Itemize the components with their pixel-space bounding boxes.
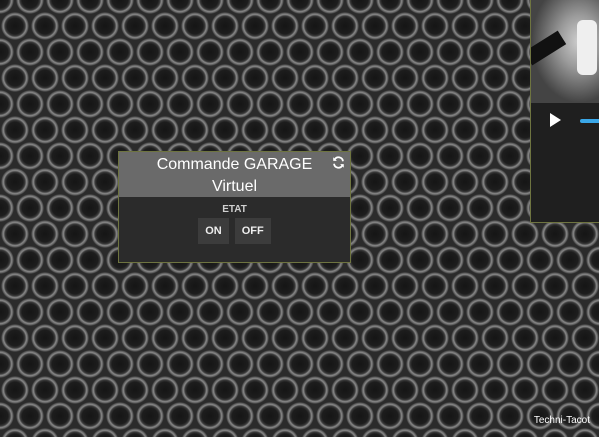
video-object [577,20,597,75]
video-controls [531,104,599,134]
off-button[interactable]: OFF [234,218,271,244]
widget-title-line1: Commande GARAGE [156,156,313,173]
garage-command-widget: Commande GARAGE Virtuel ETAT ON OFF [118,151,351,263]
video-widget [530,0,599,223]
video-progress-bar[interactable] [580,119,599,123]
state-buttons: ON OFF [119,218,350,244]
brand-label: Techni-Tacot [533,415,590,426]
on-button[interactable]: ON [198,218,229,244]
widget-title-line2: Virtuel [211,178,258,195]
video-sign [531,30,567,66]
state-label: ETAT [222,204,247,215]
refresh-icon[interactable] [332,156,345,169]
video-frame [531,0,599,103]
widget-header: Commande GARAGE Virtuel [119,152,350,197]
play-icon[interactable] [550,113,561,127]
